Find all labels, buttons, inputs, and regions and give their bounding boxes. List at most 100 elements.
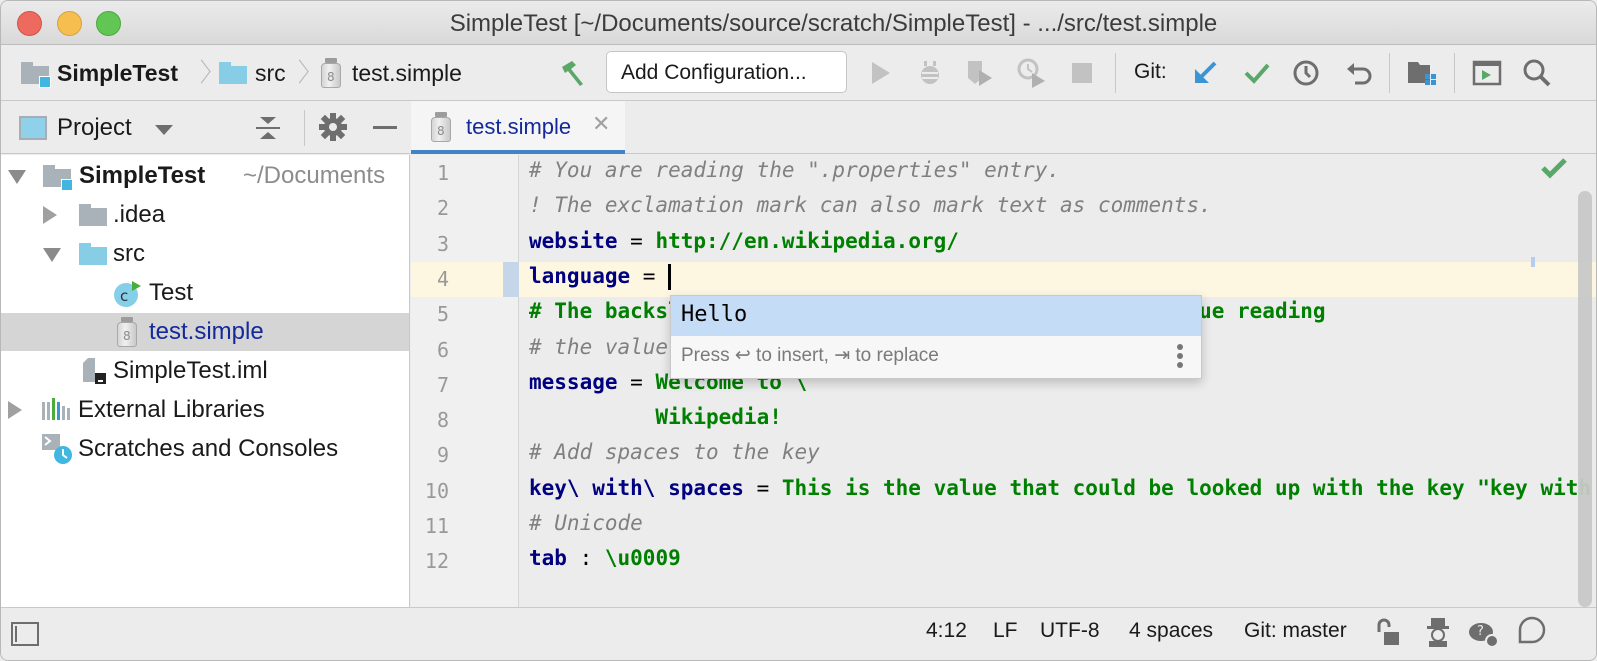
- code-line[interactable]: Wikipedia!: [529, 405, 782, 430]
- line-number: 5: [436, 302, 449, 327]
- code-line[interactable]: key\ with\ spaces = This is the value th…: [529, 475, 1596, 500]
- add-configuration-button[interactable]: Add Configuration...: [606, 51, 847, 93]
- code-token-val: http://en.wikipedia.org/: [655, 228, 959, 253]
- lock-open-icon[interactable]: [1375, 618, 1401, 648]
- tree-item-label: Test: [149, 279, 194, 306]
- commit-button[interactable]: [1241, 57, 1273, 89]
- scratches-icon: [42, 434, 72, 464]
- tree-item-idea[interactable]: .idea: [1, 196, 409, 234]
- line-separator[interactable]: LF: [993, 619, 1018, 643]
- breadcrumb-label: src: [255, 59, 286, 86]
- line-number: 2: [436, 196, 449, 221]
- line-number: 9: [436, 443, 449, 468]
- breadcrumb-label: test.simple: [352, 59, 462, 86]
- project-folder-icon: [43, 165, 73, 191]
- hide-panel-button[interactable]: [373, 126, 397, 129]
- tree-item-label: SimpleTest.iml: [113, 357, 268, 384]
- code-token-val: \u0009: [604, 546, 681, 571]
- code-line[interactable]: language =: [529, 263, 672, 290]
- breadcrumb-file[interactable]: test.simple: [319, 57, 462, 89]
- run-button[interactable]: [864, 57, 896, 89]
- line-number: 1: [436, 161, 449, 185]
- libraries-icon: [42, 398, 70, 420]
- code-line[interactable]: # Add spaces to the key: [529, 440, 820, 464]
- code-line[interactable]: # Unicode: [529, 511, 643, 535]
- tree-item-test-class[interactable]: c Test: [1, 274, 409, 312]
- more-options-icon[interactable]: [1177, 344, 1183, 370]
- project-structure-button[interactable]: [1406, 57, 1438, 89]
- toolbar-separator: [1454, 53, 1455, 93]
- cloud-settings-icon[interactable]: ?: [1467, 616, 1501, 650]
- project-structure-icon: [1408, 62, 1436, 85]
- tree-item-scratches[interactable]: Scratches and Consoles: [1, 430, 409, 468]
- tree-item-external-libraries[interactable]: External Libraries: [1, 391, 409, 429]
- ide-window: SimpleTest [~/Documents/source/scratch/S…: [0, 0, 1597, 661]
- breadcrumb-project[interactable]: SimpleTest: [21, 57, 178, 89]
- source-folder-icon: [79, 243, 107, 265]
- commit-icon: [1244, 63, 1270, 84]
- jar-file-icon: [429, 112, 453, 142]
- collapse-all-icon: [256, 117, 280, 139]
- tree-item-iml[interactable]: SimpleTest.iml: [1, 352, 409, 390]
- svg-text:c: c: [120, 287, 128, 305]
- collapse-all-button[interactable]: [254, 113, 282, 143]
- close-tab-icon[interactable]: ✕: [592, 111, 610, 137]
- rollback-button[interactable]: [1343, 57, 1375, 89]
- svg-text:?: ?: [1477, 624, 1484, 639]
- title-bar: SimpleTest [~/Documents/source/scratch/S…: [1, 1, 1596, 45]
- update-project-button[interactable]: [1189, 57, 1221, 89]
- collapse-arrow-icon[interactable]: [8, 401, 22, 419]
- caret-position[interactable]: 4:12: [926, 619, 967, 643]
- debug-button[interactable]: [914, 57, 946, 89]
- profile-icon: [1017, 58, 1045, 88]
- completion-item-selected[interactable]: Hello: [671, 296, 1201, 336]
- chevron-down-icon[interactable]: [155, 125, 173, 135]
- tree-item-test-simple[interactable]: test.simple: [1, 313, 409, 351]
- vertical-scrollbar[interactable]: [1578, 191, 1592, 607]
- history-button[interactable]: [1290, 57, 1322, 89]
- code-line[interactable]: website = http://en.wikipedia.org/: [529, 229, 959, 253]
- jar-file-icon: [319, 58, 343, 88]
- breadcrumb-separator: [296, 59, 306, 87]
- tree-item-src[interactable]: src: [1, 235, 409, 273]
- status-bar: 4:12 LF UTF-8 4 spaces Git: master ?: [1, 607, 1596, 660]
- tree-item-simpletest[interactable]: SimpleTest ~/Documents: [1, 157, 409, 195]
- project-tree: SimpleTest ~/Documents .idea src c Test …: [1, 155, 410, 607]
- code-token-eq: :: [566, 546, 605, 571]
- expand-arrow-icon[interactable]: [8, 170, 26, 184]
- stop-button[interactable]: [1066, 57, 1098, 89]
- toggle-tool-windows-icon[interactable]: [11, 622, 39, 646]
- code-token-key: key\ with\ spaces: [529, 475, 744, 500]
- settings-button[interactable]: [318, 112, 348, 142]
- tree-item-label: src: [113, 240, 145, 267]
- indent-setting[interactable]: 4 spaces: [1129, 619, 1213, 643]
- code-line[interactable]: # You are reading the ".properties" entr…: [529, 158, 1060, 182]
- run-icon: [872, 62, 890, 84]
- expand-arrow-icon[interactable]: [43, 248, 61, 262]
- project-view-selector[interactable]: Project: [57, 114, 132, 142]
- hector-icon[interactable]: [1423, 616, 1453, 648]
- git-branch[interactable]: Git: master: [1244, 619, 1347, 643]
- inspection-ok-icon[interactable]: [1541, 157, 1567, 179]
- code-line[interactable]: tab : \u0009: [529, 546, 681, 570]
- collapse-arrow-icon[interactable]: [43, 206, 57, 224]
- folder-icon: [79, 204, 107, 226]
- notifications-icon[interactable]: [1516, 616, 1548, 648]
- build-button[interactable]: [557, 57, 589, 89]
- gear-icon: [319, 113, 347, 141]
- run-with-coverage-button[interactable]: [964, 57, 996, 89]
- breadcrumb-src[interactable]: src: [219, 57, 286, 89]
- module-file-icon: [83, 358, 106, 384]
- window-title: SimpleTest [~/Documents/source/scratch/S…: [449, 10, 1218, 37]
- profile-button[interactable]: [1016, 57, 1048, 89]
- code-line[interactable]: ! The exclamation mark can also mark tex…: [529, 193, 1212, 217]
- file-encoding[interactable]: UTF-8: [1040, 619, 1100, 643]
- editor-tab-test-simple[interactable]: test.simple ✕: [411, 101, 625, 154]
- history-icon: [1293, 60, 1319, 86]
- jar-file-icon: [115, 317, 139, 347]
- revert-icon: [1347, 63, 1372, 85]
- presentation-mode-button[interactable]: [1471, 57, 1503, 89]
- search-everywhere-button[interactable]: [1521, 57, 1553, 89]
- code-token-val: Wikipedia!: [529, 405, 782, 430]
- tree-item-label: test.simple: [149, 318, 264, 345]
